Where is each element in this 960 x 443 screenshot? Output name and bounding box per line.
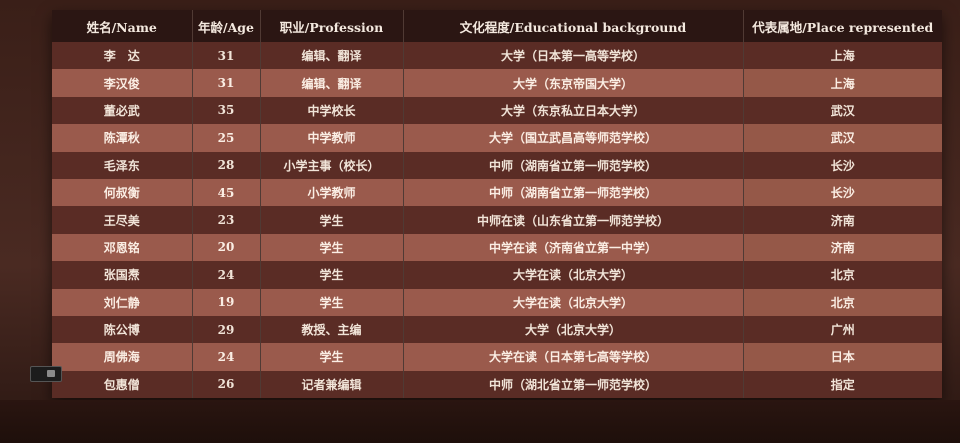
cell-education: 大学（东京私立日本大学） (403, 96, 744, 125)
cell-age: 35 (192, 96, 261, 125)
cell-name: 刘仁静 (52, 288, 193, 316)
cell-name: 张国焘 (52, 261, 193, 289)
cell-name: 陈公博 (52, 315, 193, 344)
cell-profession: 中学校长 (260, 96, 404, 125)
cell-name: 邓恩铭 (52, 233, 193, 262)
table-row: 刘仁静 19 学生 大学在读（北京大学） 北京 (52, 288, 942, 316)
cell-age: 23 (192, 206, 261, 234)
cell-profession: 编辑、翻译 (260, 69, 404, 97)
cell-age: 31 (192, 69, 261, 97)
cell-place: 上海 (743, 42, 942, 70)
header-name: 姓名/Name (52, 10, 193, 42)
cell-place: 武汉 (743, 96, 942, 125)
table-row: 陈潭秋 25 中学教师 大学（国立武昌高等师范学校） 武汉 (52, 124, 942, 152)
floor-shadow (0, 400, 960, 443)
cell-name: 何叔衡 (52, 178, 193, 207)
table-row: 包惠僧 26 记者兼编辑 中师（湖北省立第一师范学校） 指定 (52, 370, 942, 399)
cell-education: 中师（湖南省立第一师范学校） (403, 151, 744, 179)
table-row: 周佛海 24 学生 大学在读（日本第七高等学校） 日本 (52, 343, 942, 371)
cell-place: 长沙 (743, 151, 942, 179)
cell-place: 上海 (743, 69, 942, 97)
cell-profession: 中学教师 (260, 124, 404, 152)
table-row: 何叔衡 45 小学教师 中师（湖南省立第一师范学校） 长沙 (52, 178, 942, 207)
cell-profession: 学生 (260, 343, 404, 371)
cell-age: 29 (192, 315, 261, 344)
cell-place: 广州 (743, 315, 942, 344)
cell-age: 25 (192, 124, 261, 152)
cell-education: 大学在读（北京大学） (403, 261, 744, 289)
cell-age: 24 (192, 261, 261, 289)
wall-switch (30, 366, 62, 382)
table-row: 邓恩铭 20 学生 中学在读（济南省立第一中学） 济南 (52, 233, 942, 262)
cell-age: 24 (192, 343, 261, 371)
cell-profession: 学生 (260, 261, 404, 289)
header-profession: 职业/Profession (260, 10, 404, 42)
cell-education: 大学（东京帝国大学） (403, 69, 744, 97)
cell-education: 大学在读（日本第七高等学校） (403, 343, 744, 371)
table-row: 毛泽东 28 小学主事（校长） 中师（湖南省立第一师范学校） 长沙 (52, 151, 942, 179)
cell-profession: 编辑、翻译 (260, 42, 404, 70)
cell-place: 长沙 (743, 178, 942, 207)
cell-name: 李汉俊 (52, 69, 193, 97)
cell-education: 中师（湖北省立第一师范学校） (403, 370, 744, 399)
cell-name: 包惠僧 (52, 370, 193, 399)
cell-place: 日本 (743, 343, 942, 371)
cell-profession: 学生 (260, 206, 404, 234)
cell-name: 毛泽东 (52, 151, 193, 179)
table-header-row: 姓名/Name 年龄/Age 职业/Profession 文化程度/Educat… (52, 10, 942, 42)
cell-education: 中师在读（山东省立第一师范学校） (403, 206, 744, 234)
header-age: 年龄/Age (192, 10, 261, 42)
cell-place: 北京 (743, 261, 942, 289)
cell-name: 李 达 (52, 42, 193, 70)
cell-age: 28 (192, 151, 261, 179)
cell-profession: 记者兼编辑 (260, 370, 404, 399)
cell-education: 中学在读（济南省立第一中学） (403, 233, 744, 262)
cell-age: 45 (192, 178, 261, 207)
delegates-table: 姓名/Name 年龄/Age 职业/Profession 文化程度/Educat… (52, 10, 942, 399)
display-board: 姓名/Name 年龄/Age 职业/Profession 文化程度/Educat… (52, 10, 942, 399)
table-row: 张国焘 24 学生 大学在读（北京大学） 北京 (52, 261, 942, 289)
cell-name: 陈潭秋 (52, 124, 193, 152)
header-place: 代表属地/Place represented (743, 10, 942, 42)
table-row: 王尽美 23 学生 中师在读（山东省立第一师范学校） 济南 (52, 206, 942, 234)
cell-education: 大学在读（北京大学） (403, 288, 744, 316)
cell-place: 济南 (743, 233, 942, 262)
cell-age: 31 (192, 42, 261, 70)
cell-place: 济南 (743, 206, 942, 234)
cell-education: 中师（湖南省立第一师范学校） (403, 178, 744, 207)
cell-education: 大学（国立武昌高等师范学校） (403, 124, 744, 152)
cell-place: 武汉 (743, 124, 942, 152)
table-row: 陈公博 29 教授、主编 大学（北京大学） 广州 (52, 315, 942, 344)
table-body: 李 达 31 编辑、翻译 大学（日本第一高等学校） 上海 李汉俊 31 编辑、翻译 大学（东京帝… (52, 42, 942, 399)
cell-profession: 学生 (260, 233, 404, 262)
cell-age: 19 (192, 288, 261, 316)
cell-place: 指定 (743, 370, 942, 399)
cell-profession: 教授、主编 (260, 315, 404, 344)
cell-name: 董必武 (52, 96, 193, 125)
cell-name: 周佛海 (52, 343, 193, 371)
table-row: 董必武 35 中学校长 大学（东京私立日本大学） 武汉 (52, 96, 942, 125)
cell-profession: 小学教师 (260, 178, 404, 207)
table-row: 李 达 31 编辑、翻译 大学（日本第一高等学校） 上海 (52, 42, 942, 70)
cell-profession: 小学主事（校长） (260, 151, 404, 179)
cell-education: 大学（北京大学） (403, 315, 744, 344)
cell-age: 20 (192, 233, 261, 262)
cell-profession: 学生 (260, 288, 404, 316)
cell-education: 大学（日本第一高等学校） (403, 42, 744, 70)
cell-name: 王尽美 (52, 206, 193, 234)
table-row: 李汉俊 31 编辑、翻译 大学（东京帝国大学） 上海 (52, 69, 942, 97)
header-education: 文化程度/Educational background (403, 10, 744, 42)
switch-indicator (47, 370, 55, 377)
cell-age: 26 (192, 370, 261, 399)
cell-place: 北京 (743, 288, 942, 316)
